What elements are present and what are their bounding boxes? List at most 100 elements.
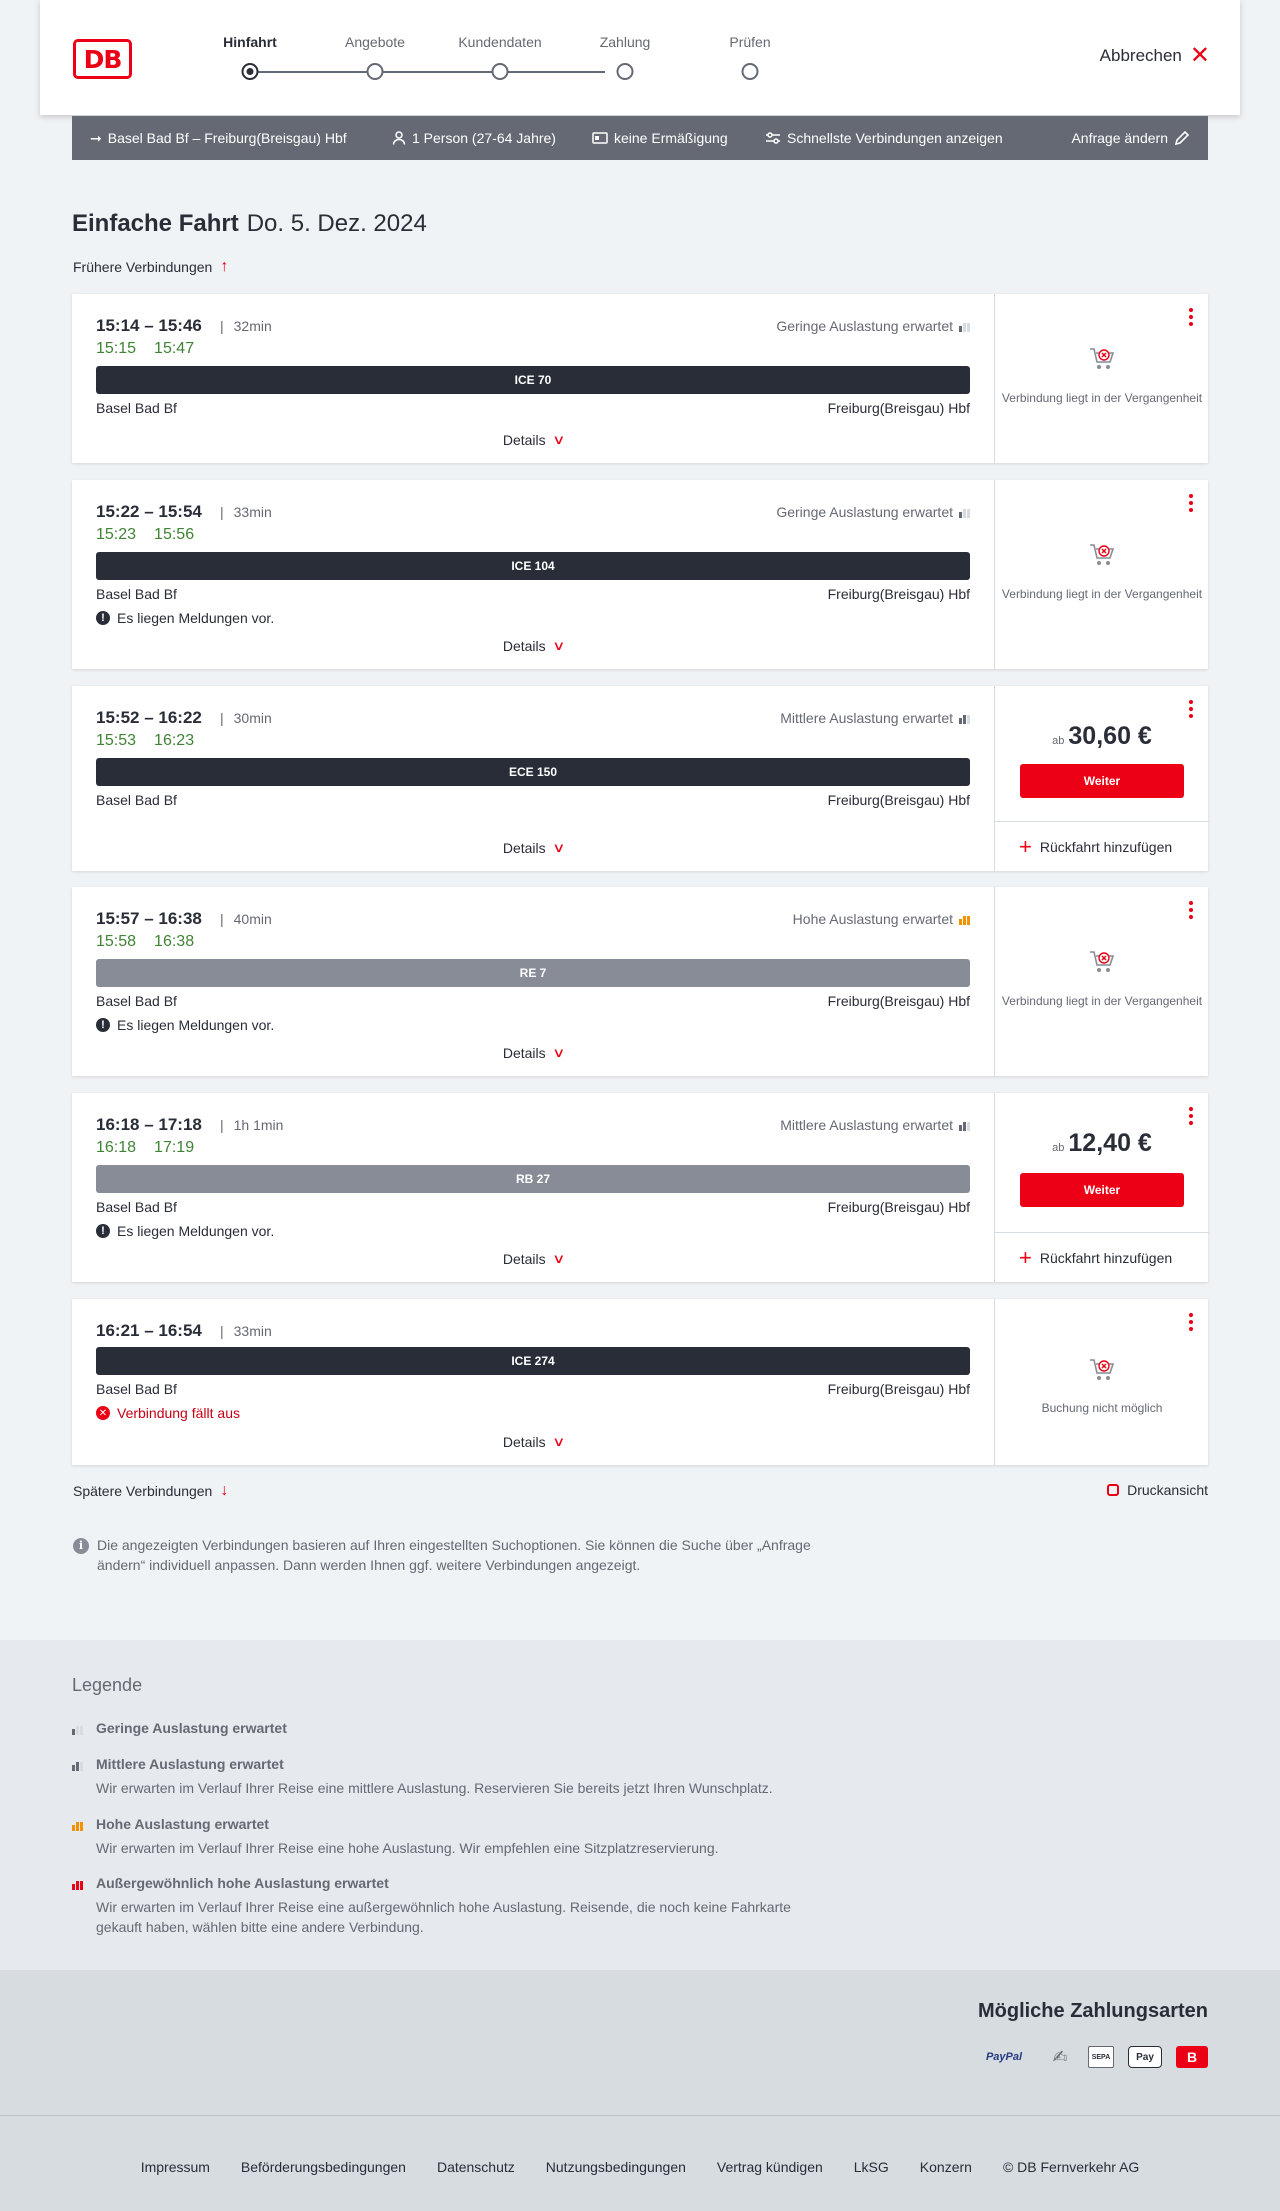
kebab-icon[interactable] [1188,901,1194,922]
footer-link-datenschutz[interactable]: Datenschutz [437,2159,515,2175]
stepper: Hinfahrt Angebote Kundendaten Zahlung Pr… [170,34,771,84]
legend-item: Hohe Auslastung erwartet Wir erwarten im… [72,1816,872,1858]
occupancy-indicator: Mittlere Auslastung erwartet [780,710,970,726]
footer-link-impressum[interactable]: Impressum [141,2159,210,2175]
continue-button[interactable]: Weiter [1020,764,1184,798]
footer-link-konzern[interactable]: Konzern [920,2159,972,2175]
realtime-departure: 15:23 [96,526,137,543]
realtime-times: 15:53 16:23 [96,732,194,750]
realtime-times: 15:58 16:38 [96,933,194,951]
route-text: Basel Bad Bf – Freiburg(Breisgau) Hbf [107,130,347,146]
later-connections-link[interactable]: Spätere Verbindungen ↓ [73,1482,228,1500]
arrow-down-icon: ↓ [220,1482,229,1499]
occupancy-indicator: Geringe Auslastung erwartet [776,318,970,334]
details-label: Details [502,840,546,856]
connection-status: Verbindung liegt in der Vergangenheit [1001,391,1203,405]
step-label-hinfahrt: Hinfahrt [223,34,277,50]
later-label: Spätere Verbindungen [73,1483,213,1499]
trip-type: Einfache Fahrt [72,210,239,237]
kebab-icon[interactable] [1188,1107,1194,1128]
payment-icons: PayPal ✍ SEPA Pay B [976,2046,1208,2068]
kebab-icon[interactable] [1188,494,1194,515]
details-label: Details [502,1045,546,1061]
step-label-kundendaten: Kundendaten [458,34,542,50]
apple-pay-label: Pay [1136,2051,1154,2063]
load-low-icon [72,1723,83,1735]
connection-main: 15:57 – 16:38 40min 15:58 16:38 Hohe Ausl… [72,887,994,1076]
notice-message[interactable]: ! Es liegen Meldungen vor. [96,1017,274,1033]
occupancy-indicator: Mittlere Auslastung erwartet [780,1117,970,1133]
footer-link-befoerderungsbedingungen[interactable]: Beförderungsbedingungen [241,2159,406,2175]
booking-panel: Verbindung liegt in der Vergangenheit [994,294,1208,463]
arrival-station: Freiburg(Breisgau) Hbf [827,1381,970,1397]
train-bar[interactable]: RB 27 [96,1165,970,1193]
train-bar[interactable]: ICE 104 [96,552,970,580]
kebab-icon[interactable] [1188,1313,1194,1334]
kebab-icon[interactable] [1188,700,1194,721]
footer: Impressum Beförderungsbedingungen Datens… [0,2115,1280,2211]
arrow-right-icon: ➞ [90,129,102,146]
details-toggle[interactable]: Details ∨ [72,432,994,448]
booking-panel: ab 12,40 € Weiter + Rückfahrt hinzufügen [994,1093,1209,1282]
connection-status: Verbindung liegt in der Vergangenheit [1001,587,1203,601]
db-logo[interactable]: DB [73,39,132,79]
details-toggle[interactable]: Details ∨ [72,1434,994,1450]
alert-icon: ! [96,1224,110,1238]
load-icon [959,913,970,925]
load-medium-icon [72,1759,83,1771]
print-view-link[interactable]: Druckansicht [1107,1482,1208,1498]
step-label-zahlung: Zahlung [599,34,651,50]
footer-link-nutzungsbedingungen[interactable]: Nutzungsbedingungen [546,2159,686,2175]
add-return-button[interactable]: + Rückfahrt hinzufügen [995,1232,1209,1282]
train-bar[interactable]: ICE 70 [96,366,970,394]
booking-panel: Verbindung liegt in der Vergangenheit [994,887,1208,1076]
arrival-station: Freiburg(Breisgau) Hbf [827,586,970,602]
footer-link-lksg[interactable]: LkSG [854,2159,889,2175]
connection-card: 15:52 – 16:22 30min 15:53 16:23 Mittlere … [72,686,1209,871]
legend-item: Mittlere Auslastung erwartet Wir erwarte… [72,1756,872,1798]
continue-button[interactable]: Weiter [1020,1173,1184,1207]
kebab-icon[interactable] [1188,308,1194,329]
earlier-label: Frühere Verbindungen [73,259,213,275]
chevron-down-icon: ∨ [551,1251,566,1266]
notice-message[interactable]: ! Es liegen Meldungen vor. [96,1223,274,1239]
card-icon [592,132,608,144]
alert-icon: ! [96,1018,110,1032]
booking-panel: ab 30,60 € Weiter + Rückfahrt hinzufügen [994,686,1209,871]
notice-message[interactable]: ! Es liegen Meldungen vor. [96,610,274,626]
payment-methods-title: Mögliche Zahlungsarten [977,2000,1208,2022]
connection-main: 16:18 – 17:18 1h 1min 16:18 17:19 Mittler… [72,1093,994,1282]
earlier-connections-link[interactable]: Frühere Verbindungen ↑ [73,258,228,276]
footer-link-vertrag-kuendigen[interactable]: Vertrag kündigen [717,2159,823,2175]
realtime-arrival: 16:23 [154,732,195,749]
connection-times: 15:14 – 15:46 [96,316,202,335]
cancel-button[interactable]: Abbrechen ✕ [1100,44,1210,68]
connection-duration: 40min [220,911,272,927]
occupancy-label: Mittlere Auslastung erwartet [780,710,953,726]
route-summary[interactable]: ➞ Basel Bad Bf – Freiburg(Breisgau) Hbf [90,116,347,160]
step-label-angebote: Angebote [345,34,405,50]
add-return-button[interactable]: + Rückfahrt hinzufügen [995,821,1209,871]
fastest-connections-toggle[interactable]: Schnellste Verbindungen anzeigen [765,116,1003,160]
details-toggle[interactable]: Details ∨ [72,1251,994,1267]
chevron-down-icon: ∨ [551,1434,566,1449]
details-label: Details [502,638,546,654]
details-toggle[interactable]: Details ∨ [72,638,994,654]
discount-summary[interactable]: keine Ermäßigung [592,116,728,160]
details-toggle[interactable]: Details ∨ [72,840,994,856]
price: ab 30,60 € [995,722,1209,751]
change-request-button[interactable]: Anfrage ändern [1071,116,1190,160]
legend-section: Legende Geringe Auslastung erwartet Mitt… [0,1640,1280,1970]
train-bar[interactable]: ECE 150 [96,758,970,786]
occupancy-label: Mittlere Auslastung erwartet [780,1117,953,1133]
train-bar[interactable]: RE 7 [96,959,970,987]
details-toggle[interactable]: Details ∨ [72,1045,994,1061]
travellers-summary[interactable]: 1 Person (27-64 Jahre) [392,116,556,160]
price-prefix: ab [1052,1142,1065,1154]
departure-station: Basel Bad Bf [96,586,177,602]
filter-icon [766,132,780,144]
legend-item-title: Mittlere Auslastung erwartet [96,1756,284,1772]
train-bar[interactable]: ICE 274 [96,1347,970,1375]
connection-times: 15:22 – 15:54 [96,502,202,521]
plus-icon: + [1019,1244,1032,1270]
